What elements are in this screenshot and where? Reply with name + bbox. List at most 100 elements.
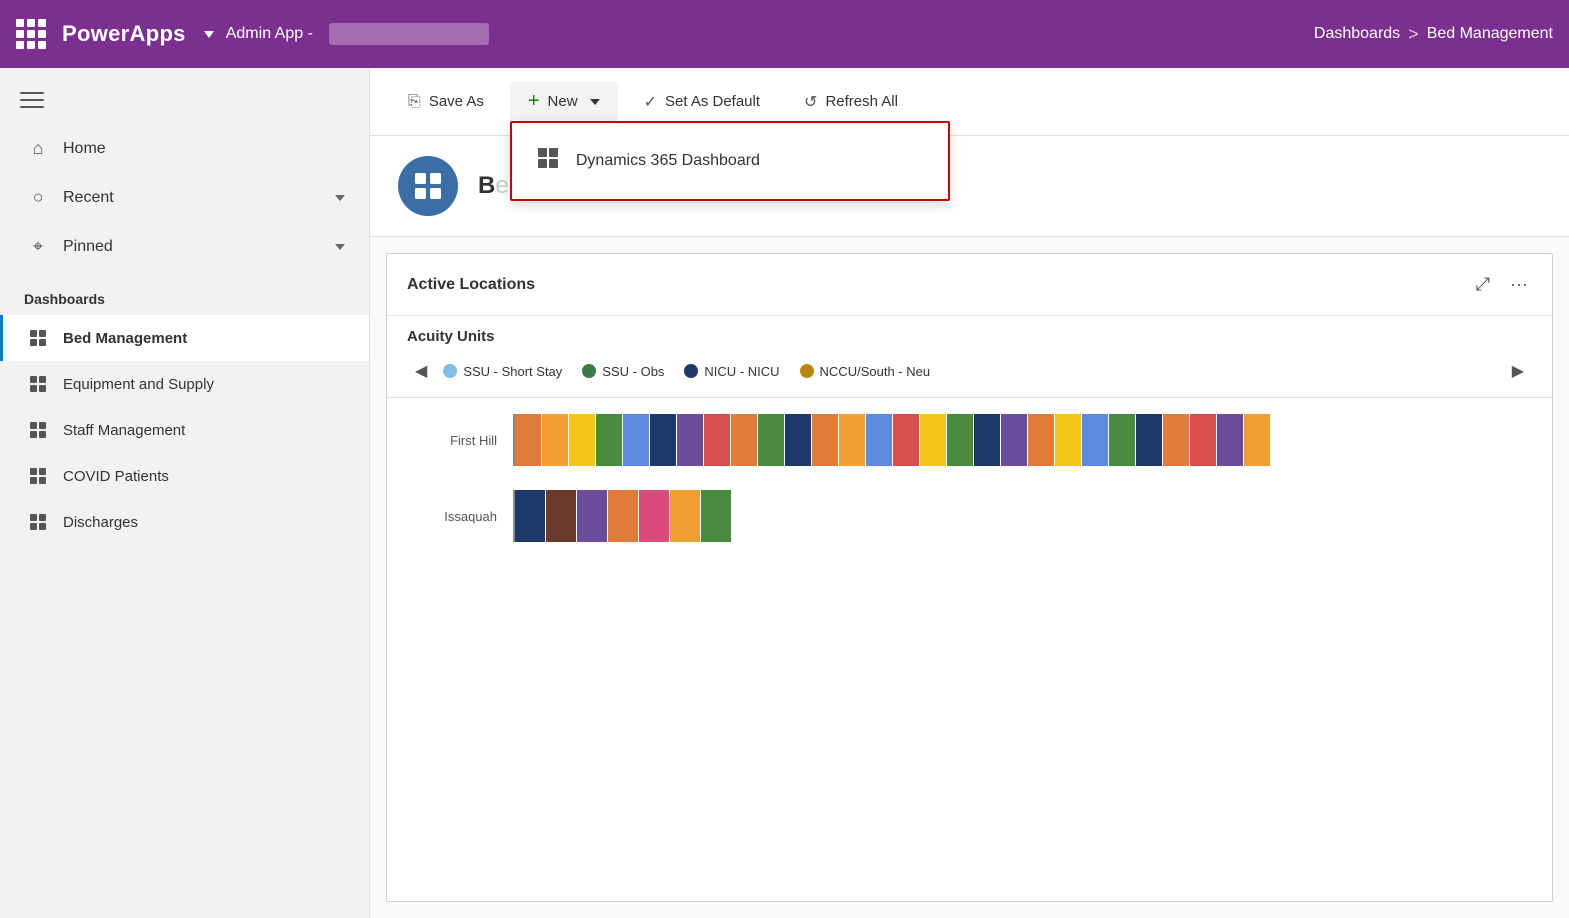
dynamics-365-dashboard-option[interactable]: Dynamics 365 Dashboard xyxy=(512,127,948,195)
chart-row: Issaquah xyxy=(407,490,1532,542)
sidebar-home-label: Home xyxy=(63,140,345,158)
bar-segment xyxy=(974,414,1000,466)
breadcrumb-separator-icon: > xyxy=(1408,24,1419,45)
sidebar-bed-management-label: Bed Management xyxy=(63,330,187,347)
bar-segment xyxy=(893,414,919,466)
bar-segment xyxy=(1136,414,1162,466)
bar-container xyxy=(513,414,1532,466)
bar-segment xyxy=(785,414,811,466)
sidebar-recent-label: Recent xyxy=(63,189,321,207)
sidebar-item-discharges[interactable]: Discharges xyxy=(0,499,369,545)
app-name-chevron-icon[interactable] xyxy=(204,31,214,38)
bar-segment xyxy=(1190,414,1216,466)
bar-segment xyxy=(920,414,946,466)
legend-label-nicu: NICU - NICU xyxy=(704,364,779,379)
pin-icon: ⌖ xyxy=(27,236,49,257)
sidebar-item-pinned[interactable]: ⌖ Pinned xyxy=(0,222,369,271)
refresh-icon: ↺ xyxy=(804,92,817,112)
dynamics-dashboard-label: Dynamics 365 Dashboard xyxy=(576,152,760,170)
new-dropdown-menu: Dynamics 365 Dashboard xyxy=(510,121,950,201)
sidebar-discharges-label: Discharges xyxy=(63,514,138,531)
hamburger-menu-button[interactable] xyxy=(0,84,369,124)
bed-management-dashboard-icon xyxy=(27,327,49,349)
refresh-label: Refresh All xyxy=(825,93,898,110)
bar-segment xyxy=(546,490,576,542)
plus-icon: + xyxy=(528,90,540,113)
bar-segment xyxy=(515,414,541,466)
refresh-all-button[interactable]: ↺ Refresh All xyxy=(786,84,916,120)
page-avatar xyxy=(398,156,458,216)
active-locations-chart: Active Locations ⤢ ··· Acuity Units ◀ SS… xyxy=(386,253,1553,902)
legend-prev-button[interactable]: ◀ xyxy=(407,357,435,385)
chart-title: Active Locations xyxy=(407,276,535,294)
legend-item-nccu: NCCU/South - Neu xyxy=(800,364,931,379)
bar-segment xyxy=(577,490,607,542)
bar-segment xyxy=(866,414,892,466)
sidebar: ⌂ Home ○ Recent ⌖ Pinned Dashboards xyxy=(0,68,370,918)
sidebar-item-recent[interactable]: ○ Recent xyxy=(0,173,369,222)
chart-subheader: Acuity Units ◀ SSU - Short Stay SSU - Ob… xyxy=(387,316,1552,398)
bar-segment xyxy=(947,414,973,466)
bar-segment xyxy=(670,490,700,542)
bar-chart-area: First Hill Issaquah xyxy=(387,398,1552,558)
new-chevron-icon xyxy=(590,99,600,105)
bar-segment xyxy=(758,414,784,466)
bar-segment xyxy=(639,490,669,542)
chart-expand-button[interactable]: ⤢ xyxy=(1472,270,1494,299)
chart-actions: ⤢ ··· xyxy=(1472,270,1532,299)
new-button[interactable]: + New xyxy=(510,82,618,121)
blurred-user-info xyxy=(329,23,489,45)
top-navigation-bar: PowerApps Admin App - Dashboards > Bed M… xyxy=(0,0,1569,68)
breadcrumb-dashboards[interactable]: Dashboards xyxy=(1314,25,1400,43)
legend-dot-ssu-obs xyxy=(582,364,596,378)
legend-dot-nicu xyxy=(684,364,698,378)
bar-segment xyxy=(1055,414,1081,466)
bar-segment xyxy=(542,414,568,466)
bar-segment xyxy=(1001,414,1027,466)
dashboards-section-title: Dashboards xyxy=(0,271,369,315)
new-label: New xyxy=(548,93,578,110)
set-default-button[interactable]: ✓ Set As Default xyxy=(626,84,778,120)
bar-segment xyxy=(1028,414,1054,466)
new-dropdown-container: + New xyxy=(510,82,618,121)
sidebar-item-covid-patients[interactable]: COVID Patients xyxy=(0,453,369,499)
save-as-button[interactable]: ⎘ Save As xyxy=(390,85,502,119)
legend-next-button[interactable]: ▶ xyxy=(1504,357,1532,385)
bar-segment xyxy=(839,414,865,466)
sidebar-item-staff-management[interactable]: Staff Management xyxy=(0,407,369,453)
content-area: ⎘ Save As + New xyxy=(370,68,1569,918)
bar-segment xyxy=(677,414,703,466)
legend-label-ssu-obs: SSU - Obs xyxy=(602,364,664,379)
sidebar-item-equipment-supply[interactable]: Equipment and Supply xyxy=(0,361,369,407)
bar-segment xyxy=(1109,414,1135,466)
recent-chevron-icon xyxy=(335,195,345,201)
chart-row-label: Issaquah xyxy=(407,509,497,524)
app-name-label[interactable]: PowerApps xyxy=(62,21,186,47)
sidebar-item-home[interactable]: ⌂ Home xyxy=(0,124,369,173)
sidebar-staff-label: Staff Management xyxy=(63,422,185,439)
save-as-label: Save As xyxy=(429,93,484,110)
bar-segment xyxy=(704,414,730,466)
bar-segment xyxy=(608,490,638,542)
legend-item-ssu-obs: SSU - Obs xyxy=(582,364,664,379)
app-launcher-icon[interactable] xyxy=(16,19,46,49)
toolbar: ⎘ Save As + New xyxy=(370,68,1569,136)
chart-subtitle: Acuity Units xyxy=(407,328,1532,345)
discharges-dashboard-icon xyxy=(27,511,49,533)
set-default-label: Set As Default xyxy=(665,93,760,110)
chart-legend: ◀ SSU - Short Stay SSU - Obs NICU - NICU xyxy=(407,357,1532,385)
bar-segment xyxy=(731,414,757,466)
sidebar-pinned-label: Pinned xyxy=(63,238,321,256)
bar-segment xyxy=(623,414,649,466)
chart-row: First Hill xyxy=(407,414,1532,466)
covid-dashboard-icon xyxy=(27,465,49,487)
bar-segment xyxy=(812,414,838,466)
chart-more-button[interactable]: ··· xyxy=(1506,270,1532,299)
admin-app-label: Admin App - xyxy=(226,25,313,43)
sidebar-item-bed-management[interactable]: Bed Management xyxy=(0,315,369,361)
sidebar-equipment-label: Equipment and Supply xyxy=(63,376,214,393)
dynamics-dashboard-icon xyxy=(536,147,560,175)
legend-label-nccu: NCCU/South - Neu xyxy=(820,364,931,379)
staff-dashboard-icon xyxy=(27,419,49,441)
checkmark-icon: ✓ xyxy=(644,92,657,112)
